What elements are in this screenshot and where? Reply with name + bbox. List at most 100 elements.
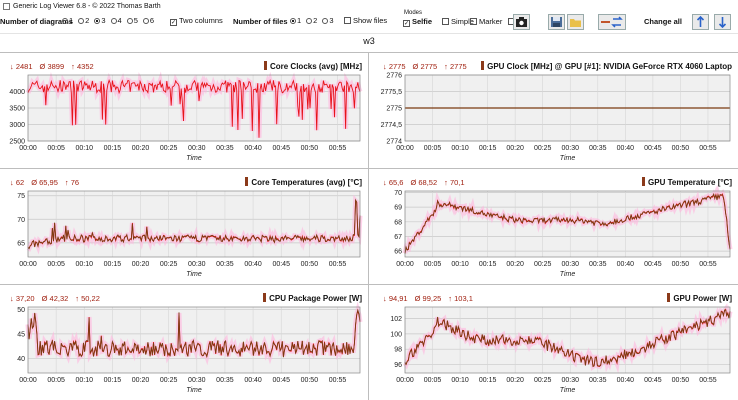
x-tick-label: 00:30 — [188, 261, 206, 268]
y-tick-label: 2774,5 — [381, 122, 403, 129]
y-tick-label: 70 — [394, 190, 402, 197]
x-tick-label: 00:05 — [47, 145, 65, 152]
x-axis-label: Time — [560, 387, 576, 394]
files-radio-1[interactable]: 1 — [285, 16, 301, 25]
y-tick-label: 2775,5 — [381, 89, 403, 96]
x-tick-label: 00:35 — [589, 145, 607, 152]
swap-colors-button[interactable] — [598, 14, 626, 30]
x-tick-label: 00:30 — [188, 145, 206, 152]
x-tick-label: 00:25 — [534, 261, 552, 268]
diagrams-radio-5[interactable]: 5 — [122, 16, 138, 25]
x-axis-label: Time — [186, 387, 202, 394]
legend-swatch — [245, 177, 249, 186]
diagrams-radio-1[interactable]: 1 — [57, 16, 73, 25]
x-tick-label: 00:00 — [19, 145, 37, 152]
radio-dot — [78, 18, 85, 24]
toolbar: Number of diagrams 123456 ✓ Two columns N… — [0, 10, 738, 34]
stats-row: ↓ 65,6 Ø 68,52 ↑ 70,1 — [383, 178, 472, 187]
x-tick-label: 00:55 — [329, 145, 347, 152]
stat-min: ↓ 65,6 — [383, 178, 404, 187]
x-tick-label: 00:55 — [699, 261, 717, 268]
chart-panel-5[interactable]: 50 45 40 00:00 00:05 00:10 00:15 00:20 00:25 00:3… — [0, 285, 368, 400]
save-button[interactable] — [548, 14, 565, 30]
x-tick-label: 00:35 — [216, 145, 234, 152]
plot-background — [28, 191, 360, 257]
stat-avg: Ø 3899 — [39, 62, 65, 71]
y-tick-label: 66 — [394, 249, 402, 256]
diagrams-radio-4[interactable]: 4 — [106, 16, 122, 25]
x-tick-label: 00:15 — [479, 261, 497, 268]
window-title: Generic Log Viewer 6.8 - © 2022 Thomas B… — [13, 2, 161, 10]
x-tick-label: 00:30 — [561, 145, 579, 152]
camera-icon — [516, 17, 527, 27]
x-tick-label: 00:50 — [672, 261, 690, 268]
stat-min: ↓ 37,20 — [10, 294, 35, 303]
x-tick-label: 00:00 — [19, 261, 37, 268]
scale-up-button[interactable] — [692, 14, 709, 30]
files-radio-3[interactable]: 3 — [317, 16, 334, 25]
y-tick-label: 75 — [17, 193, 25, 200]
x-tick-label: 00:05 — [47, 261, 65, 268]
x-tick-label: 00:00 — [396, 145, 414, 152]
chart-panel-3[interactable]: 75 70 65 00:00 00:05 00:10 00:15 00:20 00:25 00:3… — [0, 169, 368, 284]
stat-max: ↑ 103,1 — [448, 294, 473, 303]
x-tick-label: 00:10 — [76, 261, 94, 268]
x-axis-label: Time — [186, 271, 202, 278]
radio-dot — [110, 18, 117, 24]
stat-avg: Ø 42,32 — [41, 294, 69, 303]
arrow-down-icon — [718, 17, 727, 29]
chart-panel-4[interactable]: 70 69 68 67 66 00:00 00:05 00:10 00:15 00:20 00:25… — [369, 169, 738, 284]
x-tick-label: 00:40 — [617, 261, 635, 268]
y-tick-label: 98 — [394, 347, 402, 354]
marker-checkbox[interactable]: Marker — [465, 17, 502, 26]
stat-max: ↑ 70,1 — [444, 178, 465, 187]
x-tick-label: 00:00 — [396, 377, 414, 384]
x-tick-label: 00:30 — [561, 377, 579, 384]
chart-panel-2[interactable]: 2776 2775,5 2775 2774,5 2774 00:00 00:05 00:10 0… — [369, 53, 738, 168]
scale-down-button[interactable] — [714, 14, 731, 30]
diagrams-radio-6[interactable]: 6 — [138, 16, 154, 25]
y-tick-label: 67 — [394, 234, 402, 241]
y-tick-label: 69 — [394, 205, 402, 212]
y-tick-label: 50 — [17, 307, 25, 314]
stat-min: ↓ 94,91 — [383, 294, 408, 303]
y-tick-label: 40 — [17, 356, 25, 363]
x-tick-label: 00:40 — [244, 261, 262, 268]
diagrams-radio-3[interactable]: 3 — [89, 16, 106, 25]
app-icon — [3, 2, 10, 10]
stat-avg: Ø 99,25 — [414, 294, 442, 303]
selfie-checkbox[interactable]: ✓ Selfie — [398, 17, 432, 27]
x-tick-label: 00:05 — [47, 377, 65, 384]
x-tick-label: 00:40 — [617, 377, 635, 384]
legend-swatch — [263, 293, 267, 302]
x-tick-label: 00:10 — [451, 145, 469, 152]
diagrams-option-label: 3 — [101, 16, 106, 25]
chart-panel-6[interactable]: 102 100 98 96 00:00 00:05 00:10 00:15 00:20 00:25… — [369, 285, 738, 400]
radio-dot — [62, 18, 68, 24]
chart-title: Core Temperatures (avg) [°C] — [245, 177, 362, 187]
y-tick-label: 3000 — [9, 122, 25, 129]
screenshot-button[interactable] — [513, 14, 530, 30]
radio-dot — [126, 18, 133, 24]
stat-avg: Ø 2775 — [412, 62, 438, 71]
files-radio-2[interactable]: 2 — [301, 16, 317, 25]
y-tick-label: 2776 — [386, 73, 402, 80]
open-folder-button[interactable] — [567, 14, 584, 30]
x-axis-label: Time — [560, 271, 576, 278]
y-tick-label: 2775 — [386, 106, 402, 113]
two-columns-checkbox[interactable]: ✓ Two columns — [165, 16, 223, 26]
file-count-radio-group: 12 3 — [285, 16, 334, 25]
show-files-checkbox[interactable]: Show files — [339, 16, 387, 25]
chart-title-text: CPU Package Power [W] — [269, 294, 362, 303]
legend-swatch — [263, 61, 267, 70]
chart-title-text: GPU Power [W] — [673, 294, 732, 303]
arrow-up-icon — [696, 15, 705, 27]
diagrams-radio-2[interactable]: 2 — [73, 16, 89, 25]
stats-row: ↓ 2775 Ø 2775 ↑ 2775 — [383, 62, 474, 71]
workspace-title: w3 — [363, 36, 375, 46]
chart-title: CPU Package Power [W] — [263, 293, 362, 303]
chart-panel-1[interactable]: 4000 3500 3000 2500 00:00 00:05 00:10 00:15 00:2… — [0, 53, 368, 168]
x-tick-label: 00:05 — [424, 377, 442, 384]
x-tick-label: 00:25 — [160, 145, 178, 152]
x-tick-label: 00:20 — [506, 261, 524, 268]
